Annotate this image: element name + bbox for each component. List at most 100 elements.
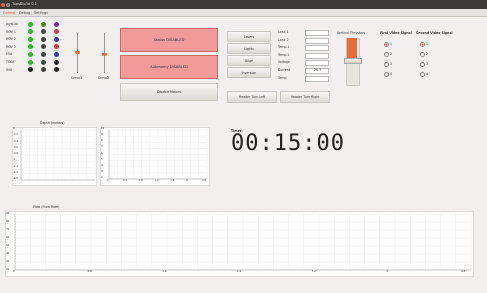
status-led-2-2: [54, 36, 59, 42]
indicator-label-4: EVA: [6, 52, 13, 57]
second-video-radio-2[interactable]: [420, 52, 425, 57]
flow-chart-title: Flow (Flow Rate): [33, 205, 60, 209]
readout-field-6: [305, 75, 329, 82]
depth-chart-title: Depth (meters): [40, 121, 65, 125]
first-video-radio-4[interactable]: [384, 72, 389, 77]
flow-xtick-2: 1.6: [162, 270, 167, 273]
first-video-radio-3[interactable]: [384, 62, 389, 67]
servo2-slider-handle[interactable]: [102, 53, 107, 56]
status-led-0-0: [28, 21, 33, 27]
flow-ytick-5: 40: [6, 252, 10, 255]
header-turn-right-button[interactable]: Header Turn Right: [280, 91, 330, 103]
second-video-option-label-2: 2: [426, 52, 429, 56]
flow-xtick-1: 0.8: [87, 270, 92, 273]
chart2-frame: [100, 127, 210, 186]
flow-chart-svg: [14, 213, 472, 271]
lights-button[interactable]: Lights: [227, 43, 271, 54]
flow-ytick-0: 90: [6, 212, 10, 215]
vertical-thrusters-handle[interactable]: [344, 58, 362, 64]
window-title: TopsBlo3d 0.1: [12, 2, 38, 6]
status-led-1-0: [28, 29, 33, 35]
first-video-radio-1[interactable]: [384, 42, 389, 47]
status-led-0-2: [54, 21, 59, 27]
disable-motors-button[interactable]: Disable Motors: [120, 83, 218, 101]
readout-label-3: Temp 2: [278, 52, 290, 57]
first-video-option-label-3: 3: [390, 62, 393, 66]
lasers-button[interactable]: Lasers: [227, 31, 271, 42]
inversion-button[interactable]: Inversion: [227, 67, 271, 78]
depth-chart-frame: [12, 127, 97, 186]
indicator-label-3: ROV 3: [6, 44, 16, 49]
readout-label-0: Leak 1: [278, 30, 289, 34]
second-video-radio-1[interactable]: [420, 42, 425, 47]
second-video-radio-4[interactable]: [420, 72, 425, 77]
second-video-radio-3[interactable]: [420, 62, 425, 67]
readout-field-3: [305, 52, 329, 59]
depth-ytick-1: -0.2: [13, 133, 19, 137]
flow-xtick-5: 4: [386, 270, 388, 273]
depth-ytick-8: -1.6: [13, 177, 19, 180]
tab-control[interactable]: Control: [3, 11, 15, 15]
chart2-ytick-8: 2: [101, 176, 103, 179]
depth-ytick-3: -0.6: [13, 145, 19, 149]
flow-ytick-7: 20: [6, 268, 10, 271]
status-led-4-2: [54, 51, 59, 57]
readout-field-1: [305, 37, 329, 44]
servo1-slider-handle[interactable]: [75, 51, 80, 54]
status-led-2-1: [41, 36, 46, 42]
indicator-label-5: TOBI: [6, 60, 14, 64]
tab-debug[interactable]: Debug: [19, 11, 30, 15]
first-video-option-label-2: 2: [390, 52, 393, 56]
indicator-label-2: ROV 2: [6, 37, 16, 42]
depth-ytick-4: -0.8: [13, 152, 19, 155]
first-video-radio-2[interactable]: [384, 52, 389, 57]
bilge-button[interactable]: Bilge: [227, 55, 271, 66]
header-turn-left-button[interactable]: Header Turn Left: [227, 91, 277, 103]
status-led-5-1: [41, 59, 46, 65]
chart2-xtick-0: 0: [107, 179, 109, 182]
servo1-label: Servo1: [71, 76, 83, 80]
flow-xtick-6: 4.8: [461, 270, 466, 273]
servo2-label: Servo2: [98, 76, 110, 80]
second-video-label: Second Video Signal: [416, 31, 453, 35]
chart2-ytick-2: 8: [101, 139, 103, 143]
timer-display: 00:15:00: [231, 131, 345, 156]
flow-xtick-0: 0: [13, 270, 15, 273]
chart2-ytick-0: 10: [101, 127, 105, 130]
readout-label-6: Temp: [278, 75, 287, 80]
depth-ytick-5: -1: [13, 158, 16, 162]
chart2-ytick-6: 4: [101, 163, 103, 167]
window-titlebar: TopsBlo3d 0.1: [0, 0, 487, 9]
status-led-1-2: [54, 29, 59, 35]
flow-ytick-3: 60: [6, 236, 10, 239]
readout-label-5: Current: [278, 68, 290, 72]
chart2-xtick-6: 2.4: [202, 179, 207, 182]
status-led-6-2: [54, 67, 59, 73]
status-led-5-0: [28, 59, 33, 65]
minimize-window-icon[interactable]: [6, 2, 10, 7]
tab-settings[interactable]: Settings: [34, 11, 48, 15]
chart2-xtick-4: 1.6: [170, 179, 175, 182]
close-window-icon[interactable]: [1, 2, 5, 7]
first-video-option-label-1: 1: [390, 42, 393, 46]
readout-label-2: Temp 1: [278, 45, 290, 50]
chart2-xtick-1: 0.4: [122, 179, 127, 182]
depth-chart-svg: [20, 129, 96, 181]
chart2-ytick-7: 3: [101, 169, 103, 173]
status-led-3-0: [28, 44, 33, 50]
status-indicator: Status DISABLED: [120, 28, 218, 52]
second-video-option-label-4: 4: [426, 72, 429, 76]
flow-xtick-3: 2.4: [237, 270, 242, 273]
vertical-thrusters-label: Vertical Thrusters: [337, 31, 366, 35]
chart2-ytick-3: 7: [101, 145, 103, 149]
chart2-ytick-5: 5: [101, 157, 103, 161]
status-led-4-1: [41, 51, 46, 57]
readout-label-1: Leak 2: [278, 37, 289, 42]
chart2-xtick-3: 1.2: [154, 179, 159, 182]
chart2-svg: [108, 129, 208, 180]
flow-ytick-4: 50: [6, 244, 10, 247]
status-led-3-1: [41, 44, 46, 50]
chart2-xtick-5: 2: [186, 179, 188, 182]
status-led-0-1: [41, 21, 46, 27]
depth-ytick-2: -0.4: [13, 139, 19, 143]
